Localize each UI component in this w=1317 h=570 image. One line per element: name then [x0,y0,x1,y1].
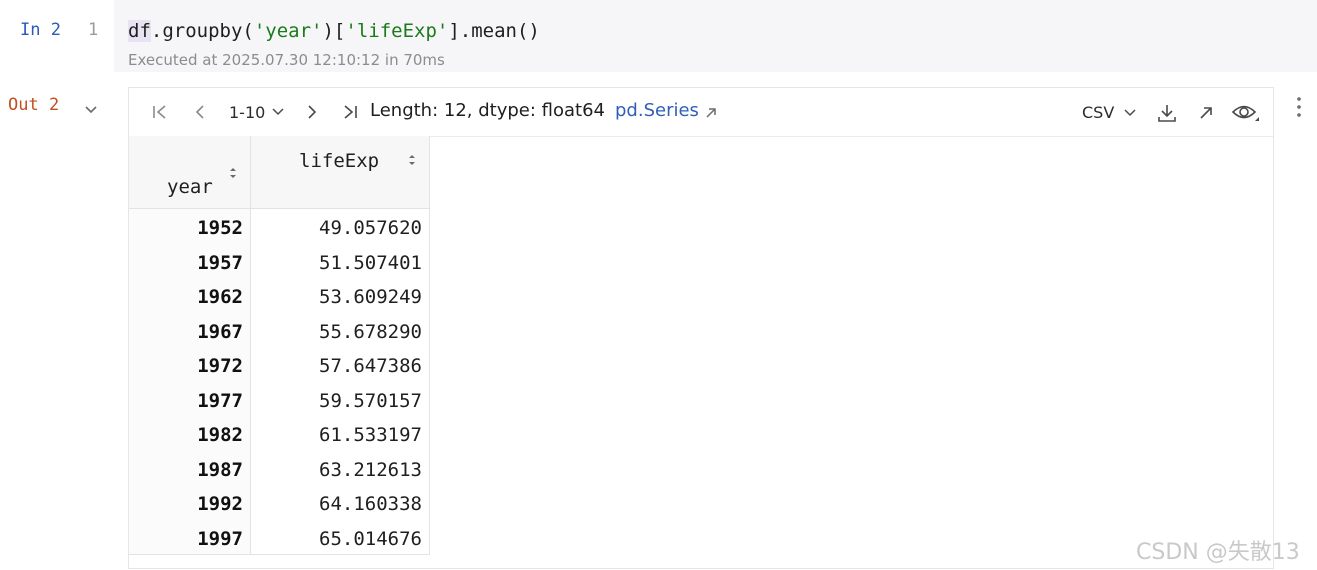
page-range-selector[interactable]: 1-10 [229,103,265,122]
table-row-index: 1952 [197,217,243,239]
chevron-down-icon[interactable] [1124,108,1136,118]
sort-icon[interactable] [229,166,237,180]
series-type-link[interactable]: pd.Series [615,100,699,121]
watermark: CSDN @失散13 [1136,540,1300,565]
series-info: Length: 12, dtype: float64 [370,100,605,121]
index-column-header[interactable]: year [129,136,251,209]
code-cell[interactable]: df.groupby('year')['lifeExp'].mean() Exe… [114,0,1317,72]
chevron-down-icon[interactable] [272,107,284,117]
code-token-year-string: 'year' [253,20,323,42]
code-editor[interactable]: df.groupby('year')['lifeExp'].mean() [128,20,540,42]
output-cell-label: Out 2 [8,95,60,115]
export-format-selector[interactable]: CSV [1082,103,1114,122]
expand-arrow-icon[interactable] [1199,106,1213,120]
table-row-index: 1982 [197,424,243,446]
table-row-value: 55.678290 [319,320,422,343]
last-page-icon[interactable] [341,103,359,121]
code-token-groupby: .groupby( [150,20,254,42]
output-toolbar: 1-10 Length: 12, dtype: float64 pd.Serie… [129,88,1273,137]
table-row-value: 65.014676 [319,527,422,550]
table-row-value: 61.533197 [319,424,422,446]
external-link-arrow-icon [706,108,716,118]
collapse-chevron-icon[interactable] [83,102,99,118]
value-header-label: lifeExp [299,150,380,172]
table-row-index: 1992 [197,493,243,515]
input-cell-label: In 2 [20,20,61,40]
table-row-index: 1997 [197,527,243,550]
output-panel: 1-10 Length: 12, dtype: float64 pd.Serie… [128,87,1274,569]
table-row-value: 53.609249 [319,286,422,308]
index-header-label: year [167,176,213,198]
code-token-bracket: )[ [322,20,346,42]
chevron-right-icon[interactable] [303,103,321,121]
table-row-index: 1987 [197,458,243,481]
value-column-header[interactable]: lifeExp [251,136,430,209]
table-row-value: 51.507401 [319,251,422,274]
table-row-value: 63.212613 [319,458,422,481]
table-row-index: 1962 [197,286,243,308]
table-row-index: 1977 [197,389,243,412]
table-divider [129,554,430,555]
code-token-mean: ].mean() [448,20,540,42]
first-page-icon[interactable] [151,103,169,121]
table-row-value: 49.057620 [319,217,422,239]
table-row-index: 1972 [197,355,243,377]
execution-info: Executed at 2025.07.30 12:10:12 in 70ms [128,51,445,69]
code-token-df: df [128,20,151,42]
more-vertical-icon[interactable] [1291,94,1307,120]
table-row-value: 64.160338 [319,493,422,515]
sort-icon[interactable] [408,153,416,167]
table-row-value: 57.647386 [319,355,422,377]
eye-icon[interactable] [1231,101,1261,125]
table-row-index: 1967 [197,320,243,343]
chevron-left-icon[interactable] [191,103,209,121]
download-icon[interactable] [1157,103,1177,123]
table-row-index: 1957 [197,251,243,274]
line-number: 1 [88,20,99,40]
code-token-lifeexp-string: 'lifeExp' [345,20,449,42]
table-row-value: 59.570157 [319,389,422,412]
